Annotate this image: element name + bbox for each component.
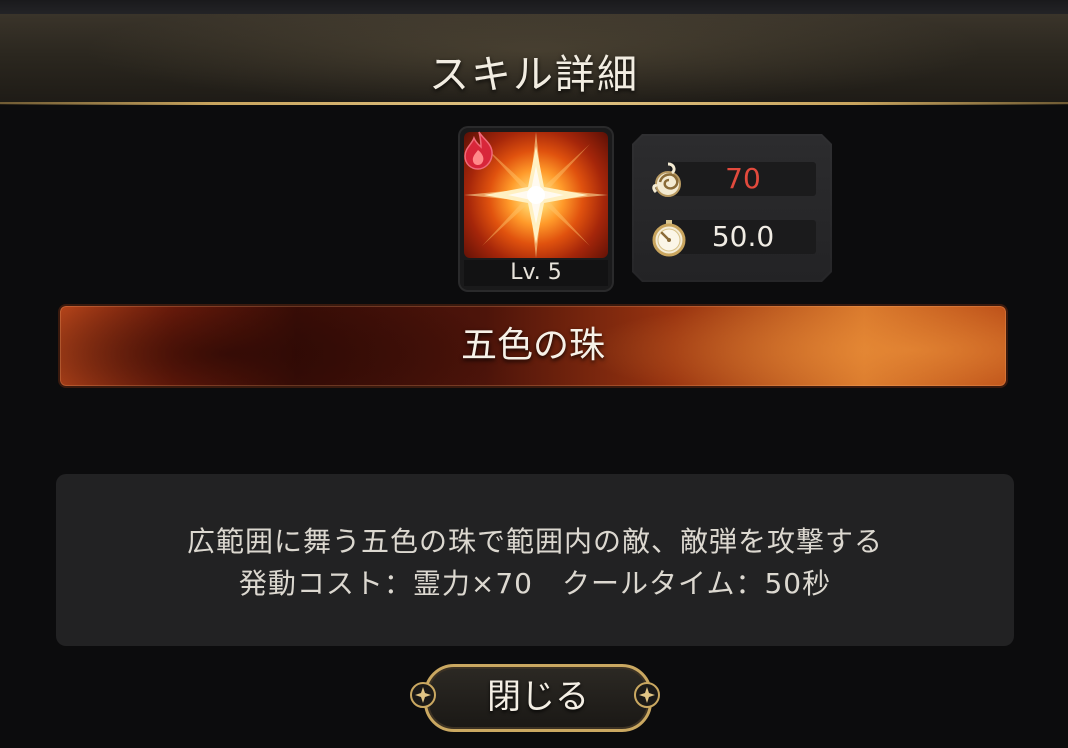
close-button[interactable]: 閉じる [410, 662, 660, 732]
skill-description-panel [56, 474, 1014, 646]
skill-detail-screen: スキル詳細 Lv. 5 70 50.0 五色の珠 広範囲に舞う五色の珠で範囲内の… [0, 0, 1068, 748]
skill-icon-frame: Lv. 5 [460, 128, 612, 290]
description-line-2: 発動コスト：霊力×70 クールタイム：50秒 [238, 567, 832, 600]
page-title: スキル詳細 [429, 52, 639, 98]
cooldown-value: 50.0 [711, 220, 775, 253]
fire-element-icon [462, 130, 496, 170]
cost-value: 70 [725, 162, 761, 195]
skill-level-label: Lv. 5 [464, 260, 608, 286]
top-strip [0, 0, 1068, 14]
description-line-1: 広範囲に舞う五色の珠で範囲内の敵、敵弾を攻撃する [186, 525, 883, 558]
close-button-label[interactable]: 閉じる [424, 664, 652, 732]
skill-stats-panel [632, 134, 832, 282]
spirit-power-icon [648, 158, 690, 200]
stopwatch-icon [648, 216, 690, 258]
cooldown-stat-row: 50.0 [648, 220, 816, 257]
header-divider [0, 102, 1068, 105]
cost-stat-row: 70 [648, 162, 816, 197]
skill-name: 五色の珠 [460, 325, 605, 366]
